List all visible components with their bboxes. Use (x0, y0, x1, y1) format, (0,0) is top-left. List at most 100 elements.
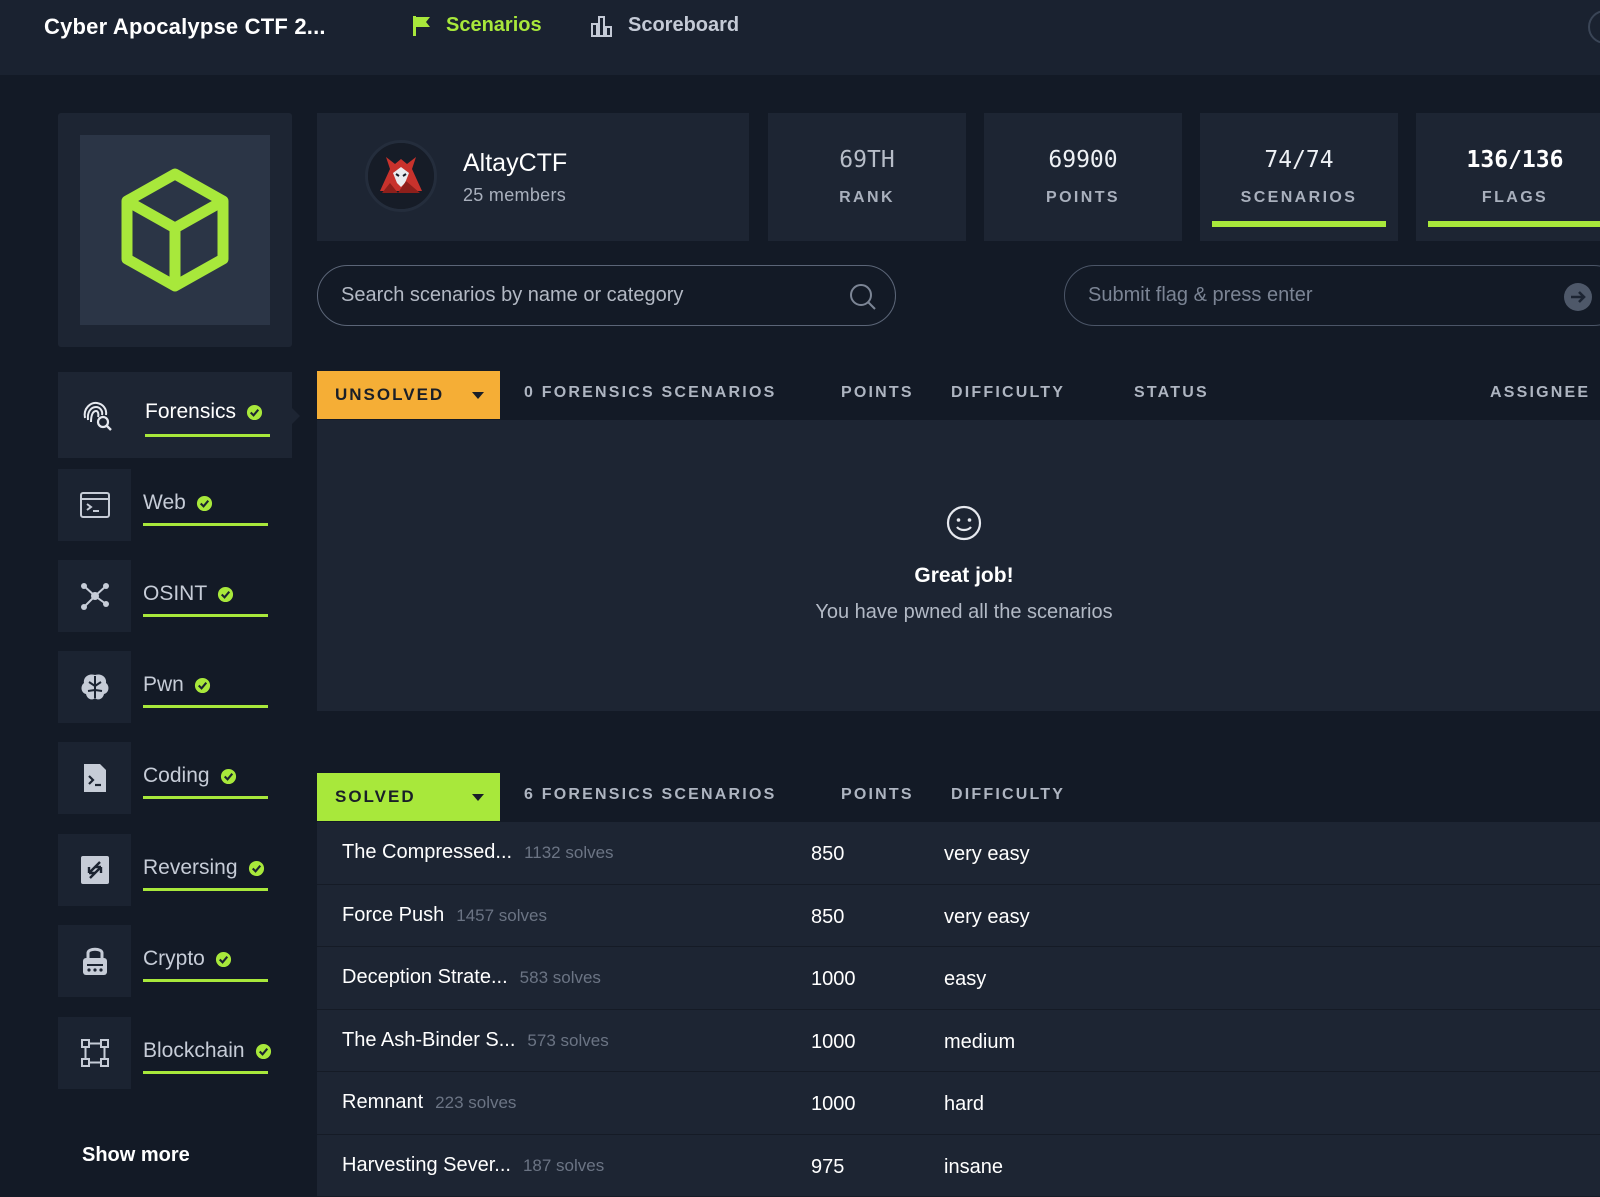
fingerprint-search-icon (79, 398, 113, 432)
sidebar-item-label: Web (143, 491, 186, 515)
solve-count: 187 solves (523, 1156, 604, 1175)
unsolved-filter-label: UNSOLVED (335, 385, 444, 405)
nav-scoreboard[interactable]: Scoreboard (590, 14, 739, 37)
category-progress-bar (143, 523, 268, 526)
table-row[interactable]: Harvesting Sever... 187 solves 975 insane (317, 1135, 1600, 1197)
category-progress-bar (143, 979, 268, 982)
scenario-points: 850 (811, 906, 844, 929)
category-progress-bar (143, 1071, 268, 1074)
verified-check-icon (246, 404, 263, 421)
rank-label: RANK (768, 189, 966, 207)
table-row[interactable]: The Compressed...1132 solves 850 very ea… (317, 822, 1600, 885)
flags-progress-bar (1428, 221, 1600, 227)
stat-flags-card: 136/136 FLAGS (1416, 113, 1600, 241)
unsolved-filter-dropdown[interactable]: UNSOLVED (317, 371, 500, 419)
terminal-window-icon (79, 491, 111, 519)
scenarios-progress-bar (1212, 221, 1386, 227)
nav-scenarios[interactable]: Scenarios (412, 14, 542, 37)
sidebar-item-forensics[interactable]: Forensics (58, 372, 292, 458)
solve-count: 1132 solves (524, 843, 613, 862)
scenario-name: Harvesting Sever... (342, 1154, 511, 1176)
search-icon[interactable] (849, 283, 877, 311)
cube-icon (119, 168, 231, 292)
stat-scenarios-card: 74/74 SCENARIOS (1200, 113, 1398, 241)
code-file-icon (82, 762, 108, 794)
verified-check-icon (196, 495, 213, 512)
scenario-difficulty: very easy (944, 906, 1030, 929)
solved-table: The Compressed... 1132 solves 850 very ea… (317, 822, 1600, 1197)
column-header-points[interactable]: POINTS (841, 384, 914, 402)
event-logo-card (58, 113, 292, 347)
column-header-difficulty[interactable]: DIFFICULTY (951, 786, 1065, 804)
event-logo (80, 135, 270, 325)
scenario-name: The Ash-Binder S... (342, 1029, 515, 1051)
sidebar-item-label: Forensics (145, 400, 236, 424)
column-header-assignee[interactable]: ASSIGNEE (1490, 384, 1590, 402)
scenarios-label: SCENARIOS (1200, 189, 1398, 207)
flag-icon (412, 15, 432, 37)
table-row[interactable]: Force Push 1457 solves 850 very easy (317, 885, 1600, 948)
team-members-count: 25 members (463, 185, 566, 206)
nav-scoreboard-label: Scoreboard (628, 14, 739, 37)
scenario-points: 1000 (811, 1031, 856, 1054)
empty-state-subtitle: You have pwned all the scenarios (0, 601, 1600, 624)
flag-submit-box (1064, 265, 1600, 326)
reverse-arrows-icon (80, 855, 110, 885)
stat-rank-card: 69TH RANK (768, 113, 966, 241)
verified-check-icon (220, 768, 237, 785)
scenario-points: 975 (811, 1156, 844, 1179)
scenario-name: Force Push (342, 904, 444, 926)
scenarios-value: 74/74 (1200, 147, 1398, 173)
scenario-name: The Compressed... (342, 841, 512, 863)
lock-icon (81, 945, 109, 977)
show-more-link[interactable]: Show more (82, 1144, 190, 1167)
search-box (317, 265, 896, 326)
table-row[interactable]: The Ash-Binder S...573 solves 1000 mediu… (317, 1010, 1600, 1073)
column-header-points[interactable]: POINTS (841, 786, 914, 804)
column-header-status[interactable]: STATUS (1134, 384, 1209, 402)
sidebar-item-label: Pwn (143, 673, 184, 697)
rank-value: 69TH (768, 147, 966, 173)
column-header-difficulty[interactable]: DIFFICULTY (951, 384, 1065, 402)
empty-state-title: Great job! (0, 564, 1600, 588)
verified-check-icon (248, 860, 265, 877)
scenario-points: 850 (811, 843, 844, 866)
solved-filter-dropdown[interactable]: SOLVED (317, 773, 500, 821)
scenario-difficulty: insane (944, 1156, 1003, 1179)
nav-scenarios-label: Scenarios (446, 14, 542, 37)
sidebar-item-label: Crypto (143, 947, 205, 971)
unsolved-count-header: 0 FORENSICS SCENARIOS (524, 384, 776, 402)
table-row[interactable]: Deception Strate...583 solves 1000 easy (317, 947, 1600, 1010)
scenario-difficulty: medium (944, 1031, 1015, 1054)
search-input[interactable] (341, 266, 821, 324)
chevron-down-icon (472, 392, 484, 399)
sidebar-item-label: Blockchain (143, 1039, 245, 1063)
smile-icon (946, 505, 982, 541)
bar-chart-icon (590, 15, 614, 37)
flag-input[interactable] (1088, 266, 1568, 324)
solved-filter-label: SOLVED (335, 787, 416, 807)
solve-count: 583 solves (520, 968, 601, 987)
verified-check-icon (194, 677, 211, 694)
verified-check-icon (255, 1043, 272, 1060)
scenario-difficulty: hard (944, 1093, 984, 1116)
team-avatar (365, 140, 437, 212)
verified-check-icon (215, 951, 232, 968)
team-card[interactable]: AltayCTF 25 members (317, 113, 749, 241)
verified-check-icon (217, 586, 234, 603)
wolf-logo-icon (368, 143, 434, 209)
sidebar-item-label: Reversing (143, 856, 238, 880)
app-title[interactable]: Cyber Apocalypse CTF 2... (44, 14, 326, 40)
category-progress-bar (145, 434, 270, 437)
table-row[interactable]: Remnant223 solves 1000 hard (317, 1072, 1600, 1135)
submit-arrow-icon[interactable] (1563, 282, 1593, 312)
solve-count: 1457 solves (456, 906, 547, 925)
blockchain-icon (80, 1038, 110, 1068)
top-bar: Cyber Apocalypse CTF 2... Scenarios Scor… (0, 0, 1600, 75)
flags-value: 136/136 (1416, 147, 1600, 173)
scenario-points: 1000 (811, 968, 856, 991)
scenario-points: 1000 (811, 1093, 856, 1116)
solved-count-header: 6 FORENSICS SCENARIOS (524, 786, 776, 804)
points-label: POINTS (984, 189, 1182, 207)
profile-avatar[interactable] (1588, 10, 1600, 44)
